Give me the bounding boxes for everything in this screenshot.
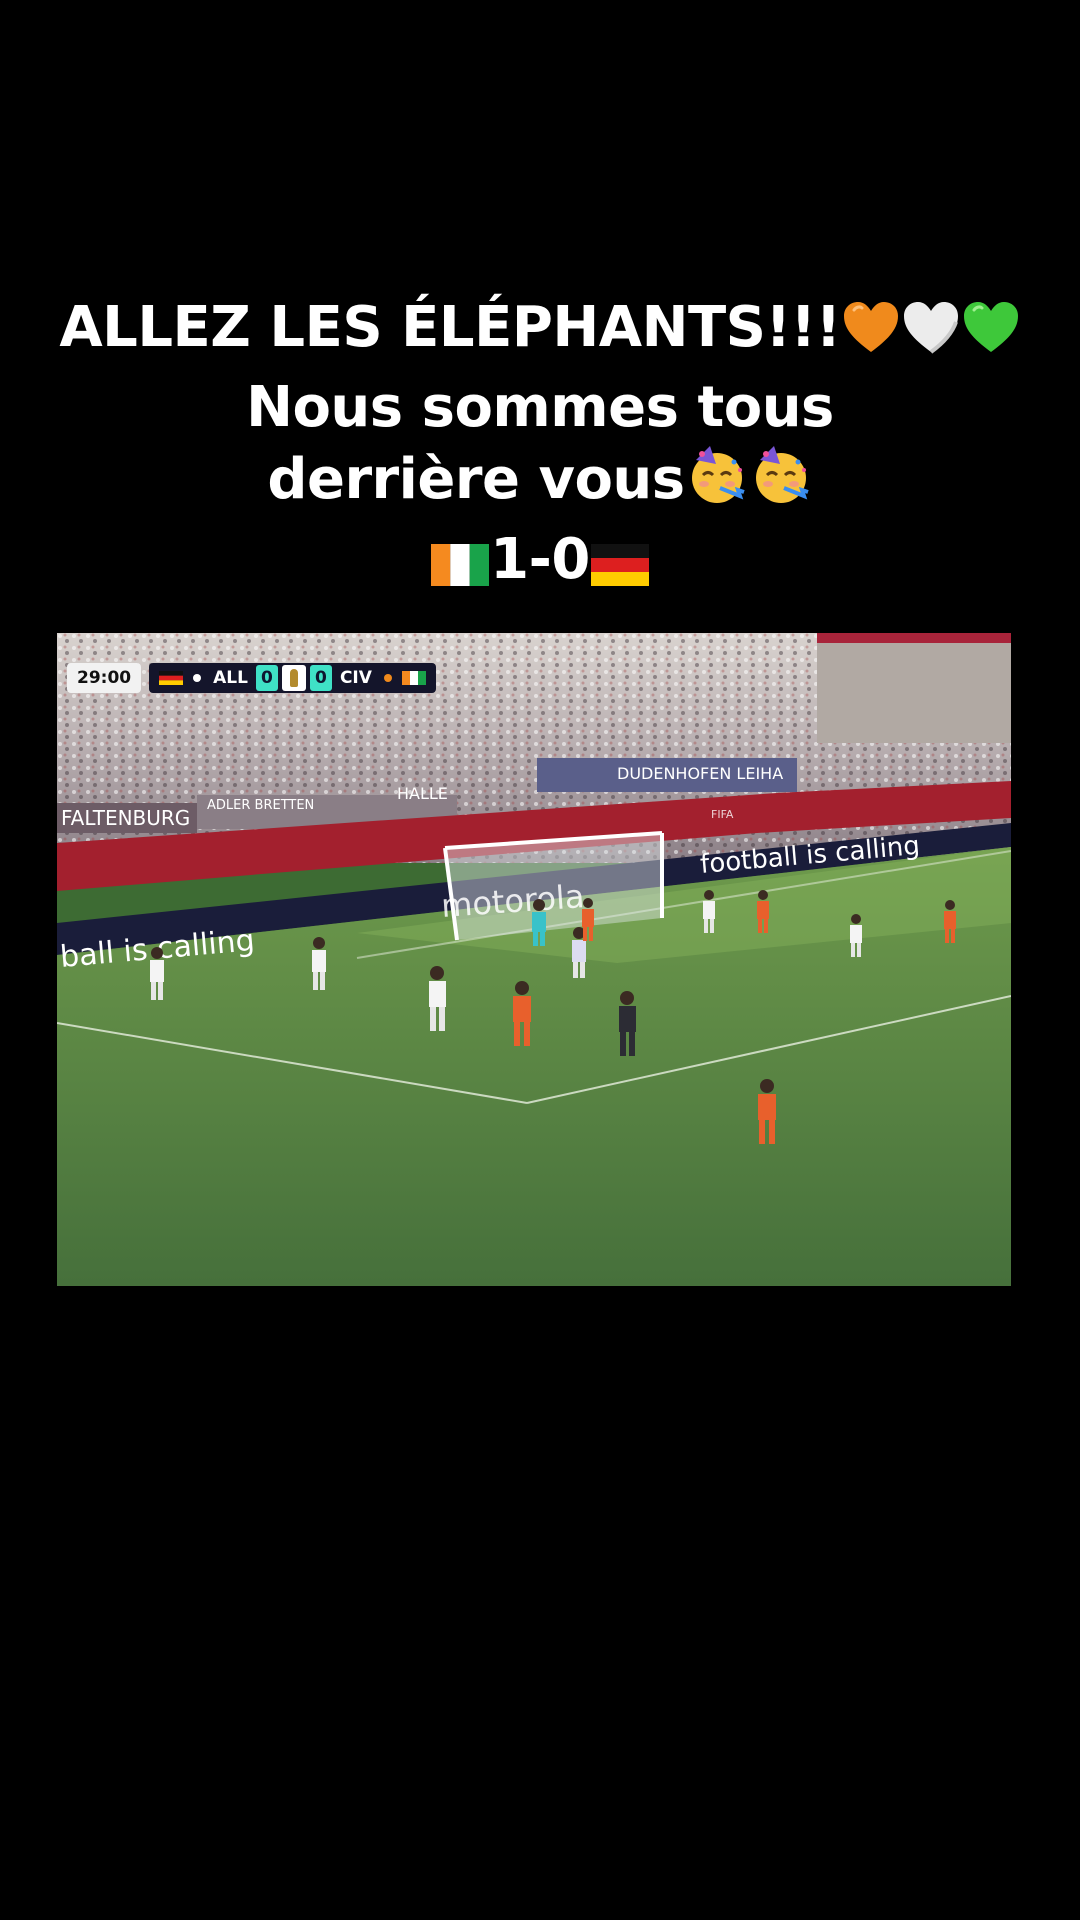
post-caption: ALLEZ LES ÉLÉPHANTS!!! Nous sommes tous …	[0, 292, 1080, 604]
germany-flag-icon	[590, 532, 649, 604]
away-kit-dot-icon	[383, 674, 392, 682]
home-score: 0	[255, 665, 278, 691]
germany-flag-icon	[159, 671, 184, 685]
svg-text:FIFA: FIFA	[711, 808, 734, 821]
caption-line-1: ALLEZ LES ÉLÉPHANTS!!!	[0, 292, 1080, 372]
orange-heart-icon	[842, 300, 900, 372]
partying-face-icon	[686, 444, 748, 524]
banner-text-4: DUDENHOFEN LEIHA	[617, 764, 783, 783]
trophy-icon	[281, 665, 306, 691]
caption-text-3: derrière vous	[267, 447, 685, 512]
caption-text-1: ALLEZ LES ÉLÉPHANTS!!!	[59, 295, 841, 360]
match-video-frame[interactable]: FALTENBURG ADLER BRETTEN HALLE DUDENHOFE…	[57, 633, 1011, 1286]
caption-line-4: 1-0	[0, 524, 1080, 604]
scoreboard-overlay: 29:00 ALL 0 0 CIV	[67, 663, 436, 693]
away-score: 0	[309, 665, 332, 691]
banner-text-1: FALTENBURG	[61, 806, 190, 830]
green-heart-icon	[962, 300, 1020, 372]
white-heart-icon	[902, 300, 960, 372]
home-kit-dot-icon	[193, 674, 202, 682]
partying-face-icon	[750, 444, 812, 524]
match-clock: 29:00	[67, 663, 142, 693]
home-team-code: ALL	[213, 668, 248, 688]
stadium-scene: FALTENBURG ADLER BRETTEN HALLE DUDENHOFE…	[57, 633, 1011, 1286]
score-panel: ALL 0 0 CIV	[149, 663, 436, 693]
banner-text-3: HALLE	[397, 784, 448, 803]
caption-score-text: 1-0	[490, 527, 590, 592]
caption-line-3: derrière vous	[0, 444, 1080, 524]
away-team-code: CIV	[339, 668, 372, 688]
ivory-coast-flag-icon	[431, 532, 490, 604]
caption-line-2: Nous sommes tous	[246, 375, 834, 440]
ivory-coast-flag-icon	[401, 671, 426, 685]
banner-text-2: ADLER BRETTEN	[207, 798, 314, 813]
